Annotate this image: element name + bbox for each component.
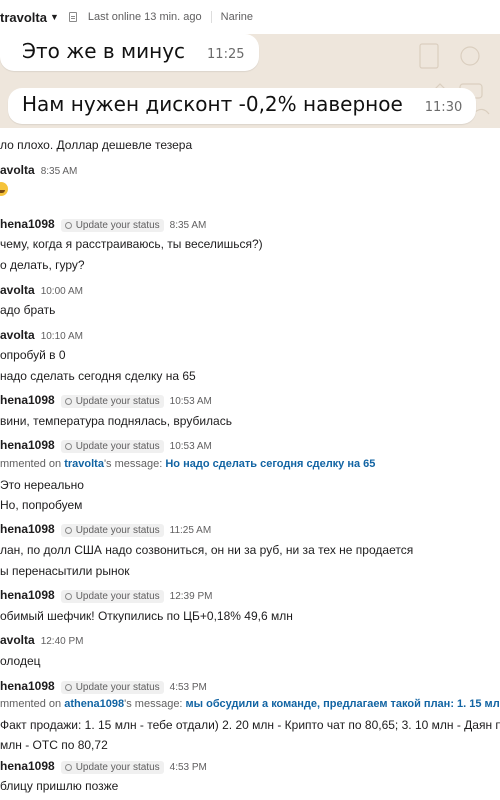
message-text: Это нереально	[0, 478, 84, 492]
message-text: надо сделать сегодня сделку на 65	[0, 369, 196, 383]
message-text: олодец	[0, 654, 41, 668]
comment-user-link[interactable]: travolta	[64, 458, 104, 470]
message-bubble-2: Нам нужен дисконт -0,2% наверное 11:30	[8, 88, 477, 124]
message-author[interactable]: hena1098	[0, 759, 55, 773]
chat-header: travolta ▼ Last online 13 min. ago Narin…	[0, 0, 500, 34]
comment-prefix: mmented on	[0, 458, 65, 470]
channel-name[interactable]: travolta	[0, 10, 47, 25]
status-icon	[64, 527, 72, 534]
header-divider	[210, 11, 212, 23]
comment-reference: mmented on athena1098's message: мы обсу…	[0, 698, 500, 710]
comment-reference: mmented on travolta's message: Но надо с…	[0, 458, 375, 470]
status-icon	[64, 398, 72, 405]
message-header: hena1098 Update your status 4:53 PM	[0, 759, 207, 774]
bubble-text: Это же в минус	[22, 39, 186, 63]
update-status-chip[interactable]: Update your status	[60, 681, 164, 694]
message-text: ы перенасытили рынок	[0, 564, 130, 578]
message-text: чему, когда я расстраиваюсь, ты веселишь…	[0, 237, 263, 251]
message-header: avolta 8:35 AM	[0, 163, 77, 177]
message-header: hena1098 Update your status 12:39 PM	[0, 588, 212, 603]
message-text: Но, попробуем	[0, 498, 83, 512]
message-text: лан, по долл США надо созвониться, он ни…	[0, 543, 414, 557]
update-status-chip[interactable]: Update your status	[60, 395, 164, 408]
status-icon	[64, 764, 72, 771]
status-label: Update your status	[75, 682, 160, 693]
update-status-chip[interactable]: Update your status	[60, 219, 164, 232]
comment-message-link[interactable]: Но надо сделать сегодня сделку на 65	[165, 458, 375, 470]
chevron-down-icon[interactable]: ▼	[50, 12, 59, 22]
message-author[interactable]: avolta	[0, 633, 35, 647]
other-user-name[interactable]: Narine	[221, 11, 253, 23]
update-status-chip[interactable]: Update your status	[60, 590, 164, 603]
status-label: Update your status	[75, 220, 160, 231]
status-label: Update your status	[75, 525, 160, 536]
message-time[interactable]: 4:53 PM	[170, 682, 207, 693]
message-text: обимый шефчик! Откупились по ЦБ+0,18% 49…	[0, 609, 293, 623]
comment-prefix: mmented on	[0, 698, 65, 710]
message-text: ло плохо. Доллар дешевле тезера	[0, 138, 193, 152]
message-text: о делать, гуру?	[0, 258, 85, 272]
last-online-status: Last online 13 min. ago	[87, 11, 202, 23]
message-text: адо брать	[0, 303, 56, 317]
status-icon	[64, 222, 72, 229]
message-author[interactable]: hena1098	[0, 393, 55, 407]
comment-message-link[interactable]: мы обсудили а команде, предлагаем такой …	[186, 698, 500, 710]
message-header: hena1098 Update your status 4:53 PM	[0, 679, 207, 694]
message-author[interactable]: hena1098	[0, 438, 55, 452]
message-header: hena1098 Update your status 10:53 AM	[0, 393, 212, 408]
message-author[interactable]: avolta	[0, 163, 35, 177]
comment-user-link[interactable]: athena1098	[64, 698, 124, 710]
message-author[interactable]: hena1098	[0, 588, 55, 602]
message-time[interactable]: 11:25 AM	[170, 525, 212, 536]
message-author[interactable]: hena1098	[0, 522, 55, 536]
update-status-chip[interactable]: Update your status	[60, 524, 164, 537]
message-time[interactable]: 12:39 PM	[170, 591, 213, 602]
emoji-icon	[0, 182, 8, 196]
message-time[interactable]: 4:53 PM	[170, 762, 207, 773]
message-bubble-1: Это же в минус 11:25	[0, 34, 259, 71]
status-label: Update your status	[75, 762, 160, 773]
message-time[interactable]: 12:40 PM	[41, 636, 84, 647]
document-icon[interactable]	[68, 12, 77, 22]
message-header: avolta 10:10 AM	[0, 328, 83, 342]
message-time[interactable]: 8:35 AM	[170, 220, 207, 231]
laughing-emoji-icon	[0, 182, 8, 199]
message-text: Факт продажи: 1. 15 млн - тебе отдали) 2…	[0, 718, 500, 732]
bubble-text: Нам нужен дисконт -0,2% наверное	[22, 92, 403, 116]
message-text: блицу пришлю позже	[0, 779, 119, 793]
status-icon	[64, 443, 72, 450]
update-status-chip[interactable]: Update your status	[60, 761, 164, 774]
message-author[interactable]: hena1098	[0, 679, 55, 693]
status-label: Update your status	[75, 441, 160, 452]
message-time[interactable]: 10:53 AM	[170, 396, 212, 407]
message-author[interactable]: avolta	[0, 328, 35, 342]
message-header: avolta 10:00 AM	[0, 283, 83, 297]
message-time[interactable]: 10:00 AM	[41, 286, 83, 297]
message-header: hena1098 Update your status 10:53 AM	[0, 438, 212, 453]
message-text: опробуй в 0	[0, 348, 66, 362]
message-time[interactable]: 10:53 AM	[170, 441, 212, 452]
status-label: Update your status	[75, 396, 160, 407]
message-time[interactable]: 10:10 AM	[41, 331, 83, 342]
comment-mid: 's message:	[103, 458, 166, 470]
comment-mid: 's message:	[124, 698, 186, 710]
shared-screenshot-image[interactable]: Это же в минус 11:25 Нам нужен дисконт -0…	[0, 34, 500, 128]
bubble-time: 11:25	[207, 47, 245, 62]
bubble-time: 11:30	[424, 100, 463, 115]
message-author[interactable]: avolta	[0, 283, 35, 297]
status-icon	[64, 684, 72, 691]
message-text: вини, температура поднялась, врубилась	[0, 414, 232, 428]
message-header: avolta 12:40 PM	[0, 633, 84, 647]
update-status-chip[interactable]: Update your status	[60, 440, 164, 453]
status-icon	[64, 593, 72, 600]
message-author[interactable]: hena1098	[0, 217, 55, 231]
message-time[interactable]: 8:35 AM	[41, 166, 78, 177]
status-label: Update your status	[75, 591, 160, 602]
message-header: hena1098 Update your status 11:25 AM	[0, 522, 211, 537]
message-header: hena1098 Update your status 8:35 AM	[0, 217, 206, 232]
message-text: млн - ОТС по 80,72	[0, 738, 108, 752]
